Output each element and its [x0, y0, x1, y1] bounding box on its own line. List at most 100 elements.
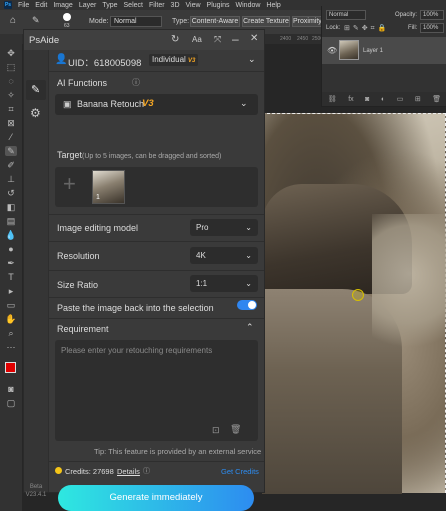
size-ratio-select[interactable]: 1:1 ⌄ [190, 275, 258, 292]
brush-preview-icon[interactable] [63, 13, 71, 21]
quick-select-tool-icon[interactable]: ✧ [5, 90, 17, 100]
chevron-up-icon[interactable]: ⌃ [246, 322, 254, 333]
pin-icon[interactable]: ⤧ [214, 34, 221, 45]
create-texture-button[interactable]: Create Texture [242, 16, 290, 27]
resolution-value: 4K [196, 251, 206, 260]
pen-tool-icon[interactable]: ✒ [5, 258, 17, 268]
gradient-tool-icon[interactable]: ▤ [5, 216, 17, 226]
credits-text: Credits: 27698 [65, 467, 114, 476]
healing-brush-tool-icon[interactable]: ✎ [5, 146, 17, 156]
details-link[interactable]: Details [117, 467, 140, 476]
frame-tool-icon[interactable]: ⊠ [5, 118, 17, 128]
image-insert-icon[interactable]: ⊡ [212, 425, 220, 436]
menu-window[interactable]: Window [236, 2, 261, 9]
image-model-select[interactable]: Pro ⌄ [190, 219, 258, 236]
move-tool-icon[interactable]: ✥ [5, 48, 17, 58]
screen-mode-icon[interactable]: ▢ [5, 398, 17, 408]
layers-panel: Normal Opacity: 100% Lock: ⊞✎✥⌗🔒 Fill: 1… [321, 6, 446, 107]
sidebar-tab-retouch[interactable]: ✎ [26, 80, 46, 100]
dodge-tool-icon[interactable]: ● [5, 244, 17, 254]
add-image-icon[interactable]: + [63, 171, 76, 197]
plan-name: Individual [152, 55, 186, 64]
target-drop-zone[interactable]: + 1 [55, 167, 258, 207]
beta-label: Beta [29, 484, 43, 490]
type-tool-icon[interactable]: T [5, 272, 17, 282]
more-tools-icon[interactable]: ⋯ [5, 342, 17, 352]
menu-filter[interactable]: Filter [149, 2, 165, 9]
fx-icon[interactable]: fx [348, 96, 353, 103]
hand-tool-icon[interactable]: ✋ [5, 314, 17, 324]
eye-icon[interactable]: 👁 [327, 46, 337, 55]
content-aware-button[interactable]: Content-Aware [190, 16, 240, 27]
mode-select[interactable]: Normal [110, 16, 162, 27]
lasso-tool-icon[interactable]: ◌ [5, 76, 17, 86]
fill-field[interactable]: 100% [420, 23, 444, 33]
layer-name[interactable]: Layer 1 [363, 48, 383, 54]
lock-label: Lock: [326, 25, 341, 31]
new-layer-icon[interactable]: ⊞ [415, 95, 421, 103]
menu-image[interactable]: Image [53, 2, 72, 9]
get-credits-link[interactable]: Get Credits [221, 467, 259, 476]
stamp-tool-icon[interactable]: ⊥ [5, 174, 17, 184]
settings-gear-icon[interactable]: ⚙ [30, 106, 41, 120]
close-icon[interactable]: ✕ [250, 33, 258, 44]
requirement-input[interactable]: Please enter your retouching requirement… [55, 340, 258, 441]
eyedropper-tool-icon[interactable]: ⁄ [5, 132, 17, 142]
marquee-tool-icon[interactable]: ⬚ [5, 62, 17, 72]
blur-tool-icon[interactable]: 💧 [5, 230, 17, 240]
link-icon[interactable]: ⛓ [328, 95, 337, 103]
uid-row[interactable]: 👤 UID：618005098 Individual V3 ⌄ [48, 50, 264, 70]
chevron-down-icon[interactable]: ⌄ [248, 54, 256, 65]
layer-row[interactable]: 👁 Layer 1 [322, 37, 446, 64]
healing-cursor-icon [352, 289, 364, 301]
paste-back-toggle[interactable] [237, 300, 257, 310]
menu-help[interactable]: Help [266, 2, 280, 9]
image-model-label: Image editing model [57, 223, 139, 233]
menu-file[interactable]: File [18, 2, 29, 9]
info-icon[interactable]: ⓘ [132, 77, 140, 88]
opacity-field[interactable]: 100% [420, 10, 444, 20]
adjustment-icon[interactable]: ◐ [381, 96, 385, 103]
blend-mode-select[interactable]: Normal [326, 10, 366, 20]
path-select-tool-icon[interactable]: ▸ [5, 286, 17, 296]
trash-icon[interactable]: 🗑 [230, 424, 241, 435]
panel-sidebar: ✎ ⚙ Beta V23.4.1 [24, 50, 49, 498]
history-brush-tool-icon[interactable]: ↺ [5, 188, 17, 198]
eraser-tool-icon[interactable]: ◧ [5, 202, 17, 212]
menu-plugins[interactable]: Plugins [207, 2, 230, 9]
brush-tool-icon[interactable]: ✐ [5, 160, 17, 170]
proximity-button[interactable]: Proximity [292, 16, 322, 27]
chevron-down-icon: ⌄ [245, 279, 252, 288]
spot-healing-icon[interactable]: ✎ [32, 15, 40, 26]
resolution-select[interactable]: 4K ⌄ [190, 247, 258, 264]
image-model-row: Image editing model Pro ⌄ [48, 214, 264, 240]
menu-edit[interactable]: Edit [35, 2, 47, 9]
layer-thumbnail [339, 40, 359, 60]
resolution-row: Resolution 4K ⌄ [48, 241, 264, 269]
lock-icons[interactable]: ⊞✎✥⌗🔒 [344, 24, 389, 33]
rectangle-tool-icon[interactable]: ▭ [5, 300, 17, 310]
target-thumbnail[interactable]: 1 [92, 170, 125, 204]
menu-view[interactable]: View [186, 2, 201, 9]
folder-icon[interactable]: ▭ [397, 95, 404, 103]
info-icon[interactable]: ⓘ [143, 466, 150, 476]
zoom-tool-icon[interactable]: ⌕ [5, 328, 17, 338]
photo-image[interactable] [262, 113, 446, 494]
trash-icon[interactable]: 🗑 [432, 95, 441, 103]
foreground-color-swatch[interactable] [5, 362, 16, 373]
target-label: Target [57, 150, 83, 160]
menu-layer[interactable]: Layer [79, 2, 97, 9]
mask-icon[interactable]: ◙ [365, 96, 369, 103]
home-icon[interactable]: ⌂ [10, 15, 16, 26]
menu-select[interactable]: Select [124, 2, 143, 9]
crop-tool-icon[interactable]: ⌗ [5, 104, 17, 114]
function-select[interactable]: ▣ Banana Retouch V3 ⌄ [55, 94, 258, 115]
refresh-icon[interactable]: ↻ [171, 34, 179, 45]
generate-button[interactable]: Generate immediately [58, 485, 254, 511]
minimize-icon[interactable]: – [232, 32, 239, 46]
requirement-placeholder: Please enter your retouching requirement… [61, 346, 213, 355]
menu-type[interactable]: Type [102, 2, 117, 9]
quick-mask-icon[interactable]: ◙ [5, 384, 17, 394]
menu-3d[interactable]: 3D [171, 2, 180, 9]
font-size-icon[interactable]: Aa [192, 35, 202, 44]
